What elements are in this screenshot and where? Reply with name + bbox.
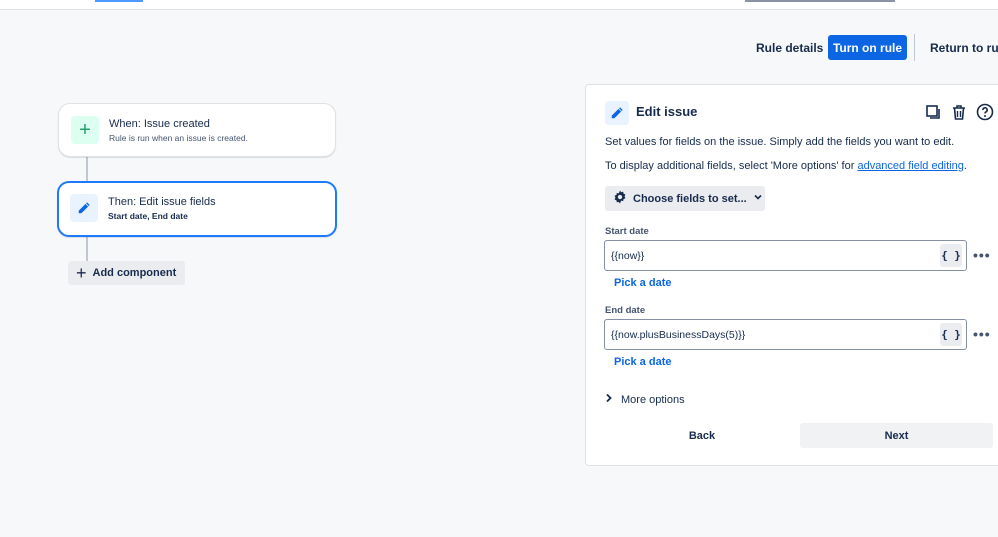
copy-icon[interactable]: [922, 101, 944, 123]
more-options-label: More options: [621, 393, 685, 406]
additional-fields-text: To display additional fields, select 'Mo…: [605, 160, 858, 172]
rule-details-button[interactable]: Rule details: [748, 36, 831, 60]
action-subtitle: Start date, End date: [108, 211, 188, 221]
chevron-right-icon: [605, 393, 613, 406]
edit-issue-panel: Edit issue Set values for fields on the …: [585, 84, 998, 466]
more-options-toggle[interactable]: More options: [605, 393, 685, 406]
start-date-pick-date-link[interactable]: Pick a date: [614, 277, 671, 289]
smart-value-button[interactable]: { }: [940, 323, 962, 346]
active-tab-indicator: [95, 0, 143, 2]
flow-connector: [86, 237, 88, 261]
additional-fields-suffix: .: [963, 160, 967, 172]
start-date-more-button[interactable]: •••: [973, 247, 991, 263]
choose-fields-label: Choose fields to set...: [633, 192, 747, 205]
start-date-value: {{now}}: [611, 250, 645, 262]
back-button[interactable]: Back: [606, 423, 798, 448]
plus-icon: +: [71, 116, 99, 144]
panel-toolbar: [922, 101, 996, 123]
action-node[interactable]: Then: Edit issue fields Start date, End …: [57, 181, 337, 237]
chevron-down-icon: [753, 192, 763, 205]
pencil-icon: [605, 101, 629, 125]
choose-fields-button[interactable]: Choose fields to set...: [605, 186, 765, 211]
panel-description: Set values for fields on the issue. Simp…: [605, 136, 955, 148]
end-date-label: End date: [605, 305, 646, 316]
top-bar: [0, 0, 998, 10]
trigger-title: When: Issue created: [109, 118, 210, 130]
trigger-subtitle: Rule is run when an issue is created.: [109, 133, 248, 143]
pencil-icon: [70, 194, 98, 222]
rule-name-field-underline: [745, 0, 895, 2]
flow-connector: [86, 157, 88, 181]
header-divider: [914, 34, 915, 61]
start-date-field[interactable]: {{now}} { }: [604, 240, 967, 271]
end-date-field[interactable]: {{now.plusBusinessDays(5)}} { }: [604, 319, 967, 350]
end-date-value: {{now.plusBusinessDays(5)}}: [611, 329, 746, 341]
action-title: Then: Edit issue fields: [108, 196, 216, 208]
turn-on-rule-button[interactable]: Turn on rule: [828, 35, 907, 60]
start-date-label: Start date: [605, 226, 649, 237]
return-to-rules-button[interactable]: Return to rule: [922, 36, 998, 60]
trigger-node[interactable]: + When: Issue created Rule is run when a…: [58, 103, 336, 157]
gear-icon: [613, 190, 627, 207]
help-icon[interactable]: [974, 101, 996, 123]
additional-fields-note: To display additional fields, select 'Mo…: [605, 160, 967, 172]
add-component-label: Add component: [92, 267, 177, 279]
add-component-button[interactable]: + Add component: [68, 261, 185, 285]
trash-icon[interactable]: [948, 101, 970, 123]
plus-icon: +: [76, 263, 87, 283]
panel-title: Edit issue: [636, 104, 698, 119]
next-button[interactable]: Next: [800, 423, 993, 448]
smart-value-button[interactable]: { }: [940, 244, 962, 267]
end-date-more-button[interactable]: •••: [973, 326, 991, 342]
end-date-pick-date-link[interactable]: Pick a date: [614, 356, 671, 368]
advanced-field-editing-link[interactable]: advanced field editing: [857, 160, 963, 172]
